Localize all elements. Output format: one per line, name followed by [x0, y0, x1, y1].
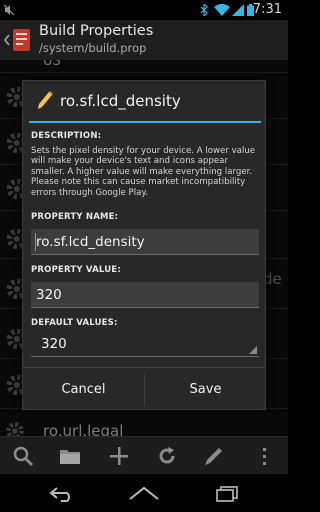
app-subtitle: /system/build.prop — [39, 41, 147, 55]
app-icon[interactable] — [4, 26, 34, 54]
dialog-header: ro.sf.lcd_density — [23, 81, 265, 121]
dialog-button-bar: Cancel Save — [23, 367, 265, 411]
system-nav-bar — [0, 474, 288, 512]
mute-icon — [4, 4, 14, 16]
edit-icon[interactable] — [203, 445, 225, 467]
status-bar: 7:31 — [0, 0, 288, 20]
save-button[interactable]: Save — [145, 368, 266, 412]
refresh-icon[interactable] — [156, 445, 178, 467]
app-title: Build Properties — [39, 23, 154, 39]
pencil-icon — [38, 91, 53, 109]
description-label: DESCRIPTION: — [31, 131, 102, 141]
default-values-dropdown[interactable]: 320 — [31, 331, 259, 357]
action-bar: Build Properties /system/build.prop — [0, 20, 288, 60]
folder-icon[interactable] — [59, 445, 81, 467]
default-values-label: DEFAULT VALUES: — [31, 318, 118, 328]
bottom-toolbar — [0, 436, 288, 474]
add-icon[interactable] — [108, 445, 130, 467]
home-icon[interactable] — [128, 484, 160, 502]
default-value-selected: 320 — [41, 336, 67, 352]
signal-icon — [232, 4, 244, 16]
dropdown-caret-icon — [249, 346, 257, 354]
back-icon[interactable] — [47, 484, 75, 502]
cancel-button[interactable]: Cancel — [23, 368, 144, 412]
bluetooth-icon — [200, 4, 208, 16]
description-text: Sets the pixel density for your device. … — [31, 146, 256, 198]
property-name-value: ro.sf.lcd_density — [36, 234, 145, 250]
search-icon[interactable] — [12, 445, 34, 467]
recents-icon[interactable] — [213, 484, 241, 502]
back-arrow-icon — [4, 34, 10, 46]
property-name-label: PROPERTY NAME: — [31, 212, 119, 222]
edit-property-dialog: ro.sf.lcd_density DESCRIPTION: Sets the … — [22, 80, 266, 410]
dialog-title: ro.sf.lcd_density — [60, 92, 181, 110]
wifi-icon — [214, 4, 230, 16]
property-value-label: PROPERTY VALUE: — [31, 265, 121, 275]
overflow-menu-icon[interactable] — [254, 445, 276, 467]
dialog-title-divider — [29, 121, 261, 123]
property-value-field[interactable]: 320 — [31, 282, 259, 308]
clock: 7:31 — [252, 2, 282, 17]
property-value-text: 320 — [36, 287, 62, 303]
property-name-field[interactable]: ro.sf.lcd_density — [31, 229, 259, 255]
